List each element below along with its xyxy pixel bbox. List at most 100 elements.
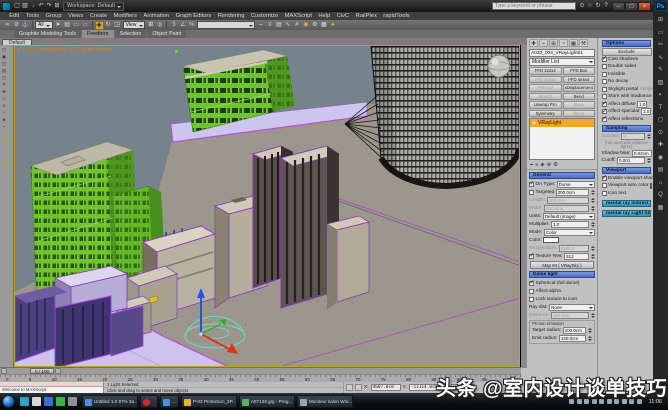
menu-item[interactable]: CivC: [333, 13, 352, 19]
stack-tool-icon[interactable]: ≡: [535, 162, 538, 168]
photoshop-tool-icon[interactable]: T: [655, 102, 667, 115]
scene-canvas[interactable]: [15, 46, 520, 367]
transform-tool-icon[interactable]: ◲: [113, 21, 122, 30]
wire-color-checkbox[interactable]: [602, 183, 607, 188]
command-panel-tab-icon[interactable]: ▦: [569, 39, 578, 47]
modifier-button[interactable]: FFD Cyl: [529, 84, 562, 92]
affect-diffuse-field[interactable]: 1.0: [637, 101, 647, 108]
cutoff-field[interactable]: 0.001: [617, 157, 645, 164]
menu-item[interactable]: Graph Editors: [172, 13, 214, 19]
affect-specular-field[interactable]: 1.0: [641, 108, 651, 115]
texture-checkbox[interactable]: [529, 254, 534, 259]
double-sided-checkbox[interactable]: [602, 64, 607, 69]
quick-access-icon[interactable]: ▢: [13, 2, 21, 11]
snap-toggle-icon[interactable]: ∠: [178, 21, 187, 30]
modifier-button[interactable]: Mirror: [563, 110, 596, 118]
quick-launch-icon[interactable]: [20, 397, 29, 406]
link-tool-icon[interactable]: ⊘: [12, 21, 21, 30]
multiplier-field[interactable]: 1.0: [551, 221, 588, 228]
link-tool-icon[interactable]: ⚓: [21, 21, 30, 30]
ribbon-tab[interactable]: Selection: [115, 30, 147, 38]
toolbar-icon[interactable]: ⇔: [256, 21, 265, 30]
rollout-mr-light-shader[interactable]: mental ray Light Shader: [602, 210, 651, 217]
named-selection-set-field[interactable]: [197, 21, 255, 29]
taskbar-app-button[interactable]: [140, 395, 158, 408]
spinner[interactable]: [587, 327, 592, 334]
start-button[interactable]: [2, 395, 15, 408]
left-toolbar-icon[interactable]: ■: [1, 158, 12, 165]
photoshop-tool-icon[interactable]: ▭: [655, 27, 667, 40]
menu-item[interactable]: MAXScript: [281, 13, 315, 19]
photoshop-tool-icon[interactable]: ✎: [655, 64, 667, 77]
left-toolbar-icon[interactable]: ◳: [1, 74, 7, 81]
maxscript-mini-listener[interactable]: Welcome to MAXScript.: [0, 382, 104, 393]
left-toolbar-icon[interactable]: ◰: [1, 46, 7, 53]
x-coordinate-field[interactable]: 4607.0cm: [371, 384, 401, 391]
toolbar-icon[interactable]: ▦: [319, 21, 328, 30]
photoshop-tool-icon[interactable]: ⊞: [655, 14, 667, 27]
menu-item[interactable]: Modifiers: [110, 13, 140, 19]
toolbar-icon[interactable]: ∿: [283, 21, 292, 30]
absolute-offset-toggle-icon[interactable]: [355, 384, 362, 391]
modifier-list-dropdown[interactable]: Modifier List: [529, 58, 595, 66]
toolbar-icon[interactable]: ⚙: [310, 21, 319, 30]
taskbar-app-button[interactable]: A0713X.jpg - Prog...: [239, 395, 295, 408]
command-panel-tab-icon[interactable]: ⊞: [549, 39, 558, 47]
toolbar-icon[interactable]: ▤: [274, 21, 283, 30]
photoshop-tool-icon[interactable]: ◐: [655, 89, 667, 102]
modifier-button[interactable]: Symmetry: [529, 110, 562, 118]
viewport-label[interactable]: [ + ] [ Orthographic ] [ Edged Faces ]: [18, 47, 115, 53]
left-toolbar-icon[interactable]: ⌁: [1, 123, 7, 130]
left-toolbar-icon[interactable]: ⌗: [1, 81, 7, 88]
spinner[interactable]: [590, 189, 595, 196]
sphere-on-tower[interactable]: [488, 55, 510, 77]
photoshop-tool-icon[interactable]: Q: [655, 189, 667, 202]
on-checkbox[interactable]: [529, 182, 534, 187]
modifier-button[interactable]: FFD Box: [563, 67, 596, 75]
units-dropdown[interactable]: Default (image): [543, 213, 595, 220]
workspace-dropdown[interactable]: Workspace: Default: [63, 2, 124, 11]
toolbar-icon[interactable]: ◉: [301, 21, 310, 30]
quick-launch-icon[interactable]: [44, 397, 53, 406]
texture-map-button[interactable]: Map #4 ( VRaySky ): [530, 261, 594, 269]
stack-item-vraylight[interactable]: VRayLight: [530, 119, 594, 127]
reference-coordinate-dropdown[interactable]: View: [123, 21, 146, 29]
quick-access-icon[interactable]: ↷: [45, 2, 53, 11]
spinner[interactable]: [587, 335, 592, 342]
quick-launch-icon[interactable]: [68, 397, 77, 406]
photoshop-logo[interactable]: Ps: [655, 1, 667, 11]
mode-dropdown[interactable]: Color: [544, 229, 595, 236]
toolbar-icon[interactable]: #: [292, 21, 301, 30]
rollout-viewport[interactable]: Viewport: [602, 167, 651, 174]
modifier-button[interactable]: Skew: [563, 101, 596, 109]
menu-item[interactable]: Customize: [248, 13, 282, 19]
quick-access-icon[interactable]: ↓: [29, 2, 37, 11]
type-dropdown[interactable]: Dome: [557, 181, 595, 188]
infocenter-icon[interactable]: ⊙: [578, 2, 586, 11]
modifier-button[interactable]: FFD 4x4x4: [563, 76, 596, 84]
menu-item[interactable]: Help: [315, 13, 333, 19]
res-field[interactable]: 512: [564, 253, 588, 260]
spherical-checkbox[interactable]: [529, 281, 534, 286]
menu-item[interactable]: Views: [65, 13, 87, 19]
quick-access-icon[interactable]: ↶: [37, 2, 45, 11]
left-toolbar-icon[interactable]: ▫: [1, 109, 7, 116]
affect-specular-checkbox[interactable]: [602, 109, 607, 114]
quick-access-icon[interactable]: ⊞: [53, 2, 61, 11]
left-toolbar-icon[interactable]: ▣: [1, 53, 7, 60]
pivot-tool-icon[interactable]: ◎: [155, 21, 164, 30]
quick-launch-icon[interactable]: [32, 397, 41, 406]
object-name-field[interactable]: A033_004_VRayLight01: [529, 49, 595, 57]
left-toolbar-icon[interactable]: ▤: [1, 67, 7, 74]
toolbar-icon[interactable]: ≡: [265, 21, 274, 30]
ray-dist-dropdown[interactable]: None: [549, 304, 595, 311]
enable-shading-checkbox[interactable]: [602, 176, 607, 181]
photoshop-tool-icon[interactable]: ▨: [655, 77, 667, 90]
modifier-stack[interactable]: VRayLight: [529, 118, 595, 160]
ribbon-tab[interactable]: Object Paint: [147, 30, 186, 38]
modifier-button[interactable]: Stretch: [529, 93, 562, 101]
viewport-layout-tab-default[interactable]: Default: [2, 39, 32, 45]
stack-tool-icon[interactable]: ⊗: [547, 162, 552, 168]
no-decay-checkbox[interactable]: [602, 79, 607, 84]
quick-launch-icon[interactable]: [56, 397, 65, 406]
